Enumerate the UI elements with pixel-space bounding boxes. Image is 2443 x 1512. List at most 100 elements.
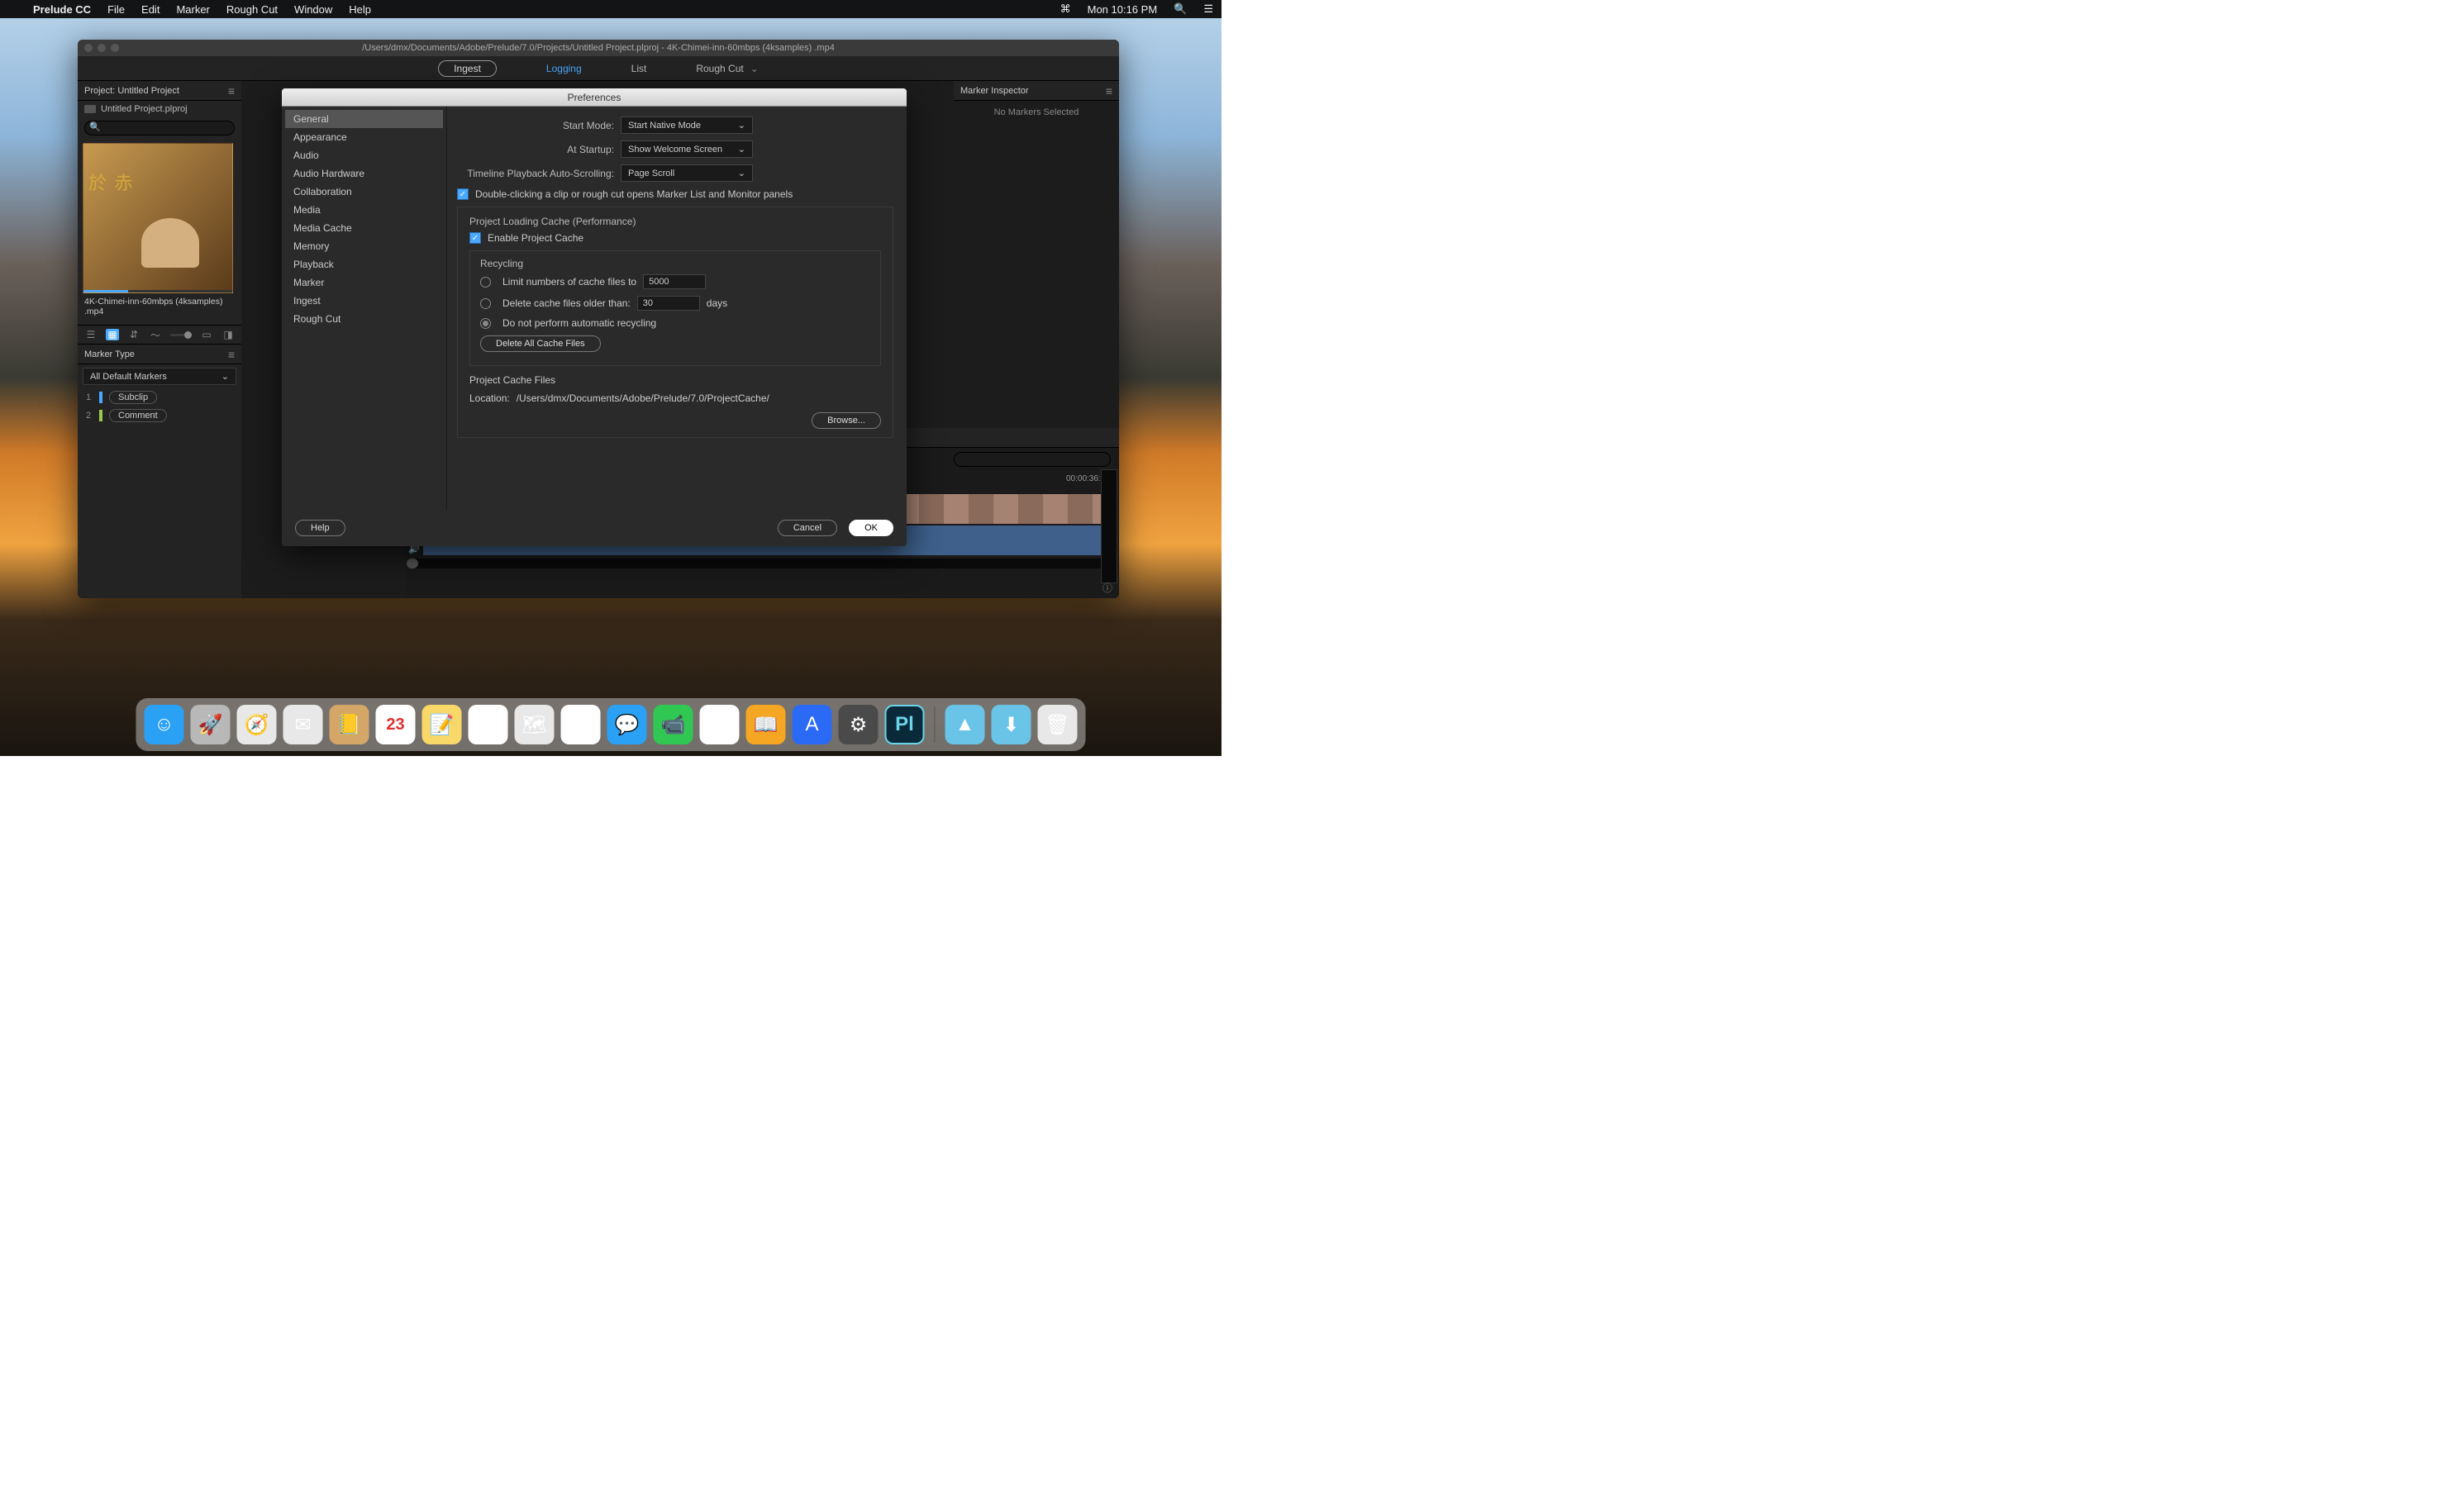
dock-apps-folder[interactable]: ▲ — [945, 705, 985, 744]
workspace-rough-cut[interactable]: Rough Cut — [696, 63, 743, 74]
zoom-slider[interactable] — [170, 334, 192, 336]
dock-preferences[interactable]: ⚙ — [839, 705, 879, 744]
double-click-checkbox[interactable]: ✓ — [457, 188, 469, 200]
project-file-row[interactable]: Untitled Project.plproj — [78, 101, 241, 117]
sort-icon[interactable]: 〜 — [149, 329, 162, 340]
older-label: Delete cache files older than: — [502, 297, 631, 309]
older-radio[interactable] — [480, 298, 491, 309]
marker-subclip-button[interactable]: 1 Subclip — [78, 388, 241, 407]
menu-marker[interactable]: Marker — [168, 3, 217, 16]
menu-file[interactable]: File — [99, 3, 133, 16]
dock-launchpad[interactable]: 🚀 — [191, 705, 231, 744]
app-name-menu[interactable]: Prelude CC — [25, 3, 99, 16]
dock-maps[interactable]: 🗺 — [515, 705, 555, 744]
scroll-value: Page Scroll — [628, 169, 674, 178]
timeline-search-input[interactable] — [954, 452, 1111, 467]
project-panel-menu-icon[interactable]: ≡ — [228, 84, 235, 97]
close-window-button[interactable] — [84, 44, 93, 52]
dock-calendar[interactable]: 23 — [376, 705, 416, 744]
dock-reminders[interactable]: ☰ — [469, 705, 508, 744]
prefs-nav-ingest[interactable]: Ingest — [285, 292, 443, 310]
at-startup-select[interactable]: Show Welcome Screen⌄ — [621, 140, 753, 158]
dock-itunes[interactable]: ♫ — [700, 705, 740, 744]
audio-meters — [1101, 469, 1117, 583]
prefs-nav-rough-cut[interactable]: Rough Cut — [285, 310, 443, 328]
minimize-window-button[interactable] — [98, 44, 106, 52]
marker-index: 1 — [86, 392, 93, 402]
preferences-sidebar: General Appearance Audio Audio Hardware … — [282, 107, 447, 510]
enable-cache-checkbox[interactable]: ✓ — [469, 232, 481, 244]
preferences-title: Preferences — [282, 88, 907, 107]
dock-messages[interactable]: 💬 — [607, 705, 647, 744]
window-titlebar[interactable]: /Users/dmx/Documents/Adobe/Prelude/7.0/P… — [78, 40, 1119, 56]
thumbnail-graphic — [141, 218, 199, 268]
prefs-nav-media[interactable]: Media — [285, 201, 443, 219]
info-icon[interactable]: ⓘ — [1102, 581, 1112, 595]
thumbnail-overlay: 於 赤 — [88, 169, 135, 195]
prefs-nav-audio[interactable]: Audio — [285, 146, 443, 164]
help-button[interactable]: Help — [295, 520, 345, 536]
zoom-handle-left[interactable] — [407, 559, 418, 568]
bin-icon — [84, 105, 96, 113]
dock-facetime[interactable]: 📹 — [654, 705, 693, 744]
workspace-overflow-icon[interactable]: ⌄ — [750, 63, 759, 74]
dock-ibooks[interactable]: 📖 — [746, 705, 786, 744]
dock-appstore[interactable]: A — [793, 705, 832, 744]
browse-button[interactable]: Browse... — [812, 412, 881, 429]
menu-edit[interactable]: Edit — [133, 3, 168, 16]
start-mode-select[interactable]: Start Native Mode⌄ — [621, 116, 753, 134]
dock-notes[interactable]: 📝 — [422, 705, 462, 744]
menu-help[interactable]: Help — [340, 3, 379, 16]
menu-window[interactable]: Window — [286, 3, 340, 16]
noauto-radio[interactable] — [480, 318, 491, 329]
ingest-button[interactable]: Ingest — [438, 60, 497, 77]
project-search-input[interactable] — [84, 121, 235, 136]
thumbnail-view-icon[interactable]: ▦ — [106, 329, 119, 340]
list-view-icon[interactable]: ☰ — [84, 329, 98, 340]
workspace-logging[interactable]: Logging — [546, 63, 582, 74]
timeline-scrollbar[interactable] — [407, 559, 1117, 568]
project-panel: Project: Untitled Project ≡ Untitled Pro… — [78, 81, 241, 345]
dock-finder[interactable]: ☺ — [145, 705, 184, 744]
dock-safari[interactable]: 🧭 — [237, 705, 277, 744]
workspace-list[interactable]: List — [631, 63, 647, 74]
limit-radio[interactable] — [480, 277, 491, 288]
marker-type-menu-icon[interactable]: ≡ — [228, 348, 235, 361]
dock-mail[interactable]: ✉ — [283, 705, 323, 744]
notification-center-icon[interactable]: ☰ — [1195, 2, 1222, 16]
prefs-nav-collaboration[interactable]: Collaboration — [285, 183, 443, 201]
dock-downloads-folder[interactable]: ⬇ — [992, 705, 1031, 744]
dock-trash[interactable]: 🗑 — [1038, 705, 1078, 744]
marker-comment-button[interactable]: 2 Comment — [78, 407, 241, 425]
prefs-nav-memory[interactable]: Memory — [285, 237, 443, 255]
ok-button[interactable]: OK — [849, 520, 893, 536]
prefs-nav-appearance[interactable]: Appearance — [285, 128, 443, 146]
scroll-select[interactable]: Page Scroll⌄ — [621, 164, 753, 182]
script-menu-icon[interactable]: ⌘ — [1052, 2, 1079, 16]
prefs-nav-general[interactable]: General — [285, 110, 443, 128]
prefs-nav-marker[interactable]: Marker — [285, 273, 443, 292]
spotlight-icon[interactable]: 🔍 — [1165, 2, 1195, 16]
delete-all-cache-button[interactable]: Delete All Cache Files — [480, 335, 601, 352]
menubar-clock[interactable]: Mon 10:16 PM — [1079, 3, 1166, 16]
chevron-down-icon: ⌄ — [738, 144, 745, 155]
cancel-button[interactable]: Cancel — [778, 520, 837, 536]
prefs-nav-audio-hardware[interactable]: Audio Hardware — [285, 164, 443, 183]
marker-inspector-menu-icon[interactable]: ≡ — [1106, 84, 1112, 97]
find-icon[interactable]: ◨ — [221, 329, 235, 340]
limit-input[interactable] — [643, 274, 706, 289]
clip-thumbnail[interactable]: 於 赤 — [83, 143, 233, 293]
prefs-nav-media-cache[interactable]: Media Cache — [285, 219, 443, 237]
project-cache-group: Project Loading Cache (Performance) ✓ En… — [457, 207, 893, 438]
prefs-nav-playback[interactable]: Playback — [285, 255, 443, 273]
freeform-view-icon[interactable]: ⇵ — [127, 329, 140, 340]
dock-contacts[interactable]: 📒 — [330, 705, 369, 744]
menu-rough-cut[interactable]: Rough Cut — [218, 3, 286, 16]
older-input[interactable] — [637, 296, 700, 311]
new-bin-icon[interactable]: ▭ — [200, 329, 213, 340]
zoom-window-button[interactable] — [111, 44, 119, 52]
dock-prelude[interactable]: Pl — [885, 705, 925, 744]
double-click-label: Double-clicking a clip or rough cut open… — [475, 188, 793, 200]
marker-type-dropdown[interactable]: All Default Markers ⌄ — [83, 368, 236, 385]
dock-photos[interactable]: ✿ — [561, 705, 601, 744]
